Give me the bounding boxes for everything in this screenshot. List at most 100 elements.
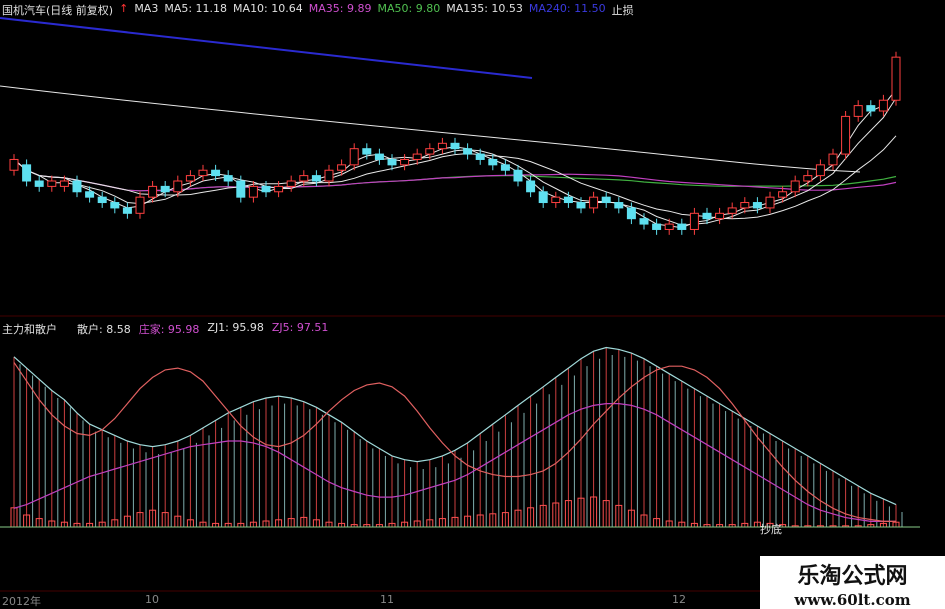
stock-title: 国机汽车(日线 前复权): [2, 4, 114, 17]
candle-body: [148, 185, 158, 198]
candle-body: [866, 105, 876, 112]
candle-body: [349, 148, 359, 166]
candle-body: [664, 223, 674, 230]
watermark-text: 乐淘公式网: [797, 564, 908, 589]
candle-body: [551, 196, 561, 204]
candle-body: [488, 158, 498, 166]
ma-legend: ↑ MA3 MA5: 11.18 MA10: 10.64 MA35: 9.89 MA50:…: [119, 2, 634, 18]
chart-background: [0, 0, 945, 609]
candle-body: [337, 164, 347, 171]
x-tick-label: 2012年: [2, 595, 41, 608]
candle-body: [878, 99, 888, 112]
candle-body: [526, 180, 536, 193]
candle-body: [22, 164, 32, 182]
candle-body: [425, 148, 435, 155]
bottom-signal-label: 抄底: [760, 522, 782, 536]
candle-body: [589, 196, 599, 209]
ma-legend-item: MA50: 9.80: [377, 2, 441, 15]
candle-body: [387, 158, 397, 166]
indicator-legend-item: 散户: 8.58: [77, 323, 131, 336]
candle-body: [841, 115, 851, 155]
ma-legend-item: MA240: 11.50: [528, 2, 606, 15]
ma-legend-item: MA3: [134, 2, 159, 15]
candle-body: [72, 180, 82, 193]
candle-body: [689, 212, 699, 230]
indicator-legend: 散户: 8.58 庄家: 95.98 ZJ1: 95.98 ZJ5: 97.51: [77, 321, 328, 337]
candle-body: [311, 175, 321, 182]
candle-body: [211, 169, 221, 177]
candle-body: [59, 180, 69, 187]
candle-body: [286, 180, 296, 187]
candle-body: [122, 207, 132, 214]
candle-body: [626, 207, 636, 220]
candle-body: [185, 175, 195, 182]
candle-body: [160, 185, 170, 193]
candle-body: [135, 196, 145, 214]
candle-body: [500, 164, 510, 171]
stock-chart: 抄底: [0, 0, 945, 609]
candle-body: [463, 148, 473, 155]
candle-body: [677, 223, 687, 230]
ma-legend-item: MA5: 11.18: [164, 2, 228, 15]
indicator-title: 主力和散户: [2, 323, 57, 336]
candle-body: [513, 169, 523, 182]
candle-body: [803, 175, 813, 182]
indicator-header: 主力和散户 散户: 8.58 庄家: 95.98 ZJ1: 95.98 ZJ5: 97…: [2, 321, 328, 337]
annotations: 抄底: [760, 522, 782, 536]
ma-legend-item: MA135: 10.53: [446, 2, 523, 15]
candle-body: [9, 158, 19, 171]
candle-body: [715, 212, 725, 220]
candle-body: [601, 196, 611, 204]
candle-body: [740, 202, 750, 209]
candle-body: [778, 191, 788, 198]
candle-body: [538, 191, 548, 204]
candle-body: [702, 212, 712, 220]
candle-body: [110, 202, 120, 209]
candle-body: [274, 185, 284, 193]
candle-body: [853, 105, 863, 117]
candle-body: [299, 175, 309, 182]
indicator-legend-item: ZJ5: 97.51: [271, 321, 329, 334]
candle-body: [652, 223, 662, 230]
up-arrow-icon: ↑: [119, 2, 129, 15]
candle-body: [324, 169, 334, 182]
candle-body: [727, 207, 737, 214]
candle-body: [236, 180, 246, 198]
watermark: 乐淘公式网 www.60lt.com: [760, 556, 945, 609]
candle-body: [828, 153, 838, 166]
candle-body: [576, 202, 586, 209]
x-tick-label: 11: [380, 593, 394, 606]
candle-body: [475, 153, 485, 160]
ma-legend-item: MA35: 9.89: [308, 2, 372, 15]
indicator-legend-item: 庄家: 95.98: [138, 323, 200, 336]
candle-body: [891, 56, 901, 101]
candle-body: [34, 180, 44, 187]
candle-body: [815, 164, 825, 177]
candle-body: [437, 142, 447, 150]
candle-body: [47, 180, 57, 187]
main-chart-header: 国机汽车(日线 前复权) ↑ MA3 MA5: 11.18 MA10: 10.64 MA…: [2, 2, 634, 18]
candle-body: [248, 185, 258, 198]
candle-body: [374, 153, 384, 160]
candle-body: [790, 180, 800, 193]
candle-body: [173, 180, 183, 193]
candle-body: [639, 218, 649, 225]
candle-body: [563, 196, 573, 204]
candle-body: [614, 202, 624, 209]
candle-body: [85, 191, 95, 198]
candle-body: [261, 185, 271, 193]
candle-body: [450, 142, 460, 150]
candle-body: [198, 169, 208, 177]
candle-body: [400, 158, 410, 166]
candle-body: [97, 196, 107, 204]
candle-body: [223, 175, 233, 182]
candle-body: [412, 153, 422, 160]
watermark-url: www.60lt.com: [794, 591, 911, 609]
x-tick-label: 10: [145, 593, 159, 606]
candle-body: [362, 148, 372, 155]
x-tick-label: 12: [672, 593, 686, 606]
ma-legend-item: 止损: [611, 4, 634, 17]
candle-body: [752, 202, 762, 209]
candle-body: [765, 196, 775, 209]
ma-legend-item: MA10: 10.64: [233, 2, 303, 15]
